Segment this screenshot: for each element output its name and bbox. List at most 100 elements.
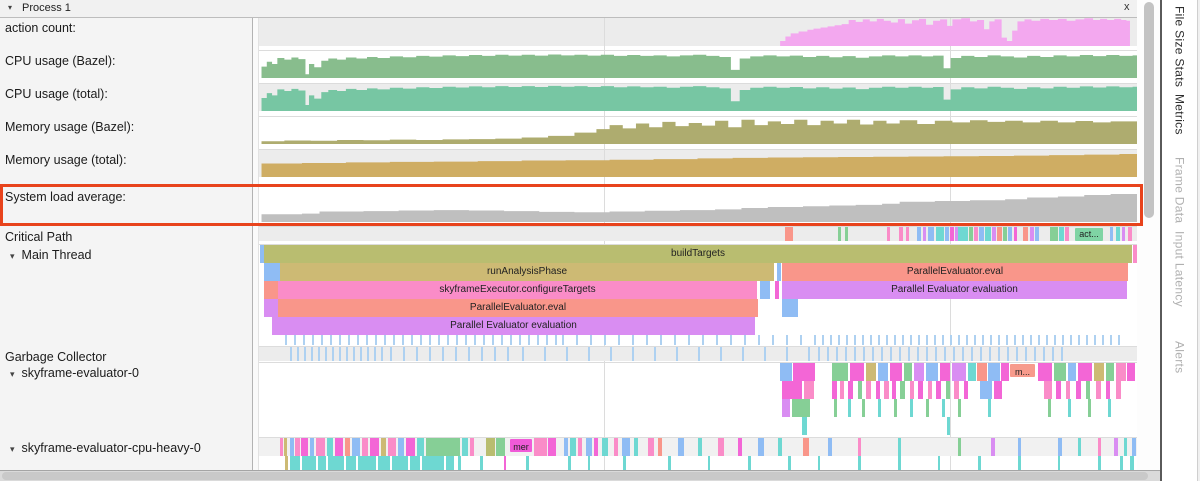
slice[interactable] — [398, 438, 404, 456]
slice[interactable] — [936, 227, 944, 241]
slice[interactable] — [301, 438, 308, 456]
slice[interactable] — [926, 399, 929, 417]
slice[interactable] — [978, 456, 981, 471]
slice[interactable] — [1068, 363, 1076, 381]
slice[interactable] — [914, 363, 924, 381]
slice[interactable] — [698, 438, 702, 456]
track-chart-gc[interactable] — [258, 347, 1137, 360]
slice[interactable] — [410, 456, 420, 471]
slice[interactable] — [534, 438, 547, 456]
slice-buildtargets[interactable]: buildTargets — [264, 245, 1132, 263]
slice[interactable] — [1078, 438, 1081, 456]
slice[interactable] — [910, 381, 914, 399]
slice[interactable] — [285, 456, 288, 471]
slice-skyframeexecutor-configuretargets[interactable]: skyframeExecutor.configureTargets — [278, 281, 757, 299]
slice[interactable] — [352, 438, 360, 456]
slice[interactable] — [866, 363, 876, 381]
slice[interactable] — [942, 399, 945, 417]
slice[interactable] — [678, 438, 684, 456]
slice[interactable] — [1044, 381, 1052, 399]
slice[interactable] — [969, 227, 973, 241]
slice[interactable] — [898, 456, 901, 471]
slice[interactable] — [381, 438, 386, 456]
slice[interactable] — [568, 456, 571, 471]
slice[interactable] — [458, 456, 461, 471]
slice[interactable] — [1030, 227, 1034, 241]
slice[interactable] — [988, 363, 1000, 381]
slice[interactable] — [1008, 227, 1012, 241]
track-chart-action-count[interactable] — [258, 18, 1137, 46]
slice[interactable] — [804, 381, 814, 399]
collapse-arrow-icon[interactable]: ▾ — [10, 444, 15, 454]
track-label-sys-load[interactable]: System load average: — [5, 190, 126, 204]
slice[interactable] — [564, 438, 568, 456]
slice[interactable] — [426, 438, 460, 456]
slice[interactable] — [958, 438, 961, 456]
slice[interactable] — [828, 438, 832, 456]
slice[interactable] — [570, 438, 576, 456]
track-chart-sys-load[interactable] — [258, 187, 1137, 222]
slice[interactable] — [290, 438, 294, 456]
slice[interactable] — [985, 227, 991, 241]
slice[interactable] — [936, 381, 941, 399]
slice[interactable] — [858, 438, 861, 456]
slice[interactable] — [1106, 363, 1114, 381]
slice[interactable] — [958, 399, 961, 417]
slice[interactable] — [548, 438, 556, 456]
slice[interactable] — [370, 438, 379, 456]
track-chart-cpu-bazel[interactable] — [258, 51, 1137, 78]
slice[interactable] — [906, 227, 909, 241]
slice[interactable] — [594, 438, 598, 456]
slice[interactable] — [858, 381, 862, 399]
slice[interactable] — [1056, 381, 1061, 399]
slice[interactable] — [1048, 399, 1051, 417]
slice[interactable] — [422, 456, 444, 471]
slice[interactable] — [526, 456, 529, 471]
slice[interactable] — [1130, 456, 1134, 471]
slice[interactable] — [850, 363, 864, 381]
track-label-cpu-total[interactable]: CPU usage (total): — [5, 87, 108, 101]
slice[interactable] — [614, 438, 618, 456]
slice[interactable] — [302, 456, 316, 471]
slice[interactable] — [1059, 227, 1064, 241]
slice[interactable] — [838, 227, 841, 241]
slice[interactable] — [923, 227, 926, 241]
collapse-arrow-icon[interactable]: ▾ — [10, 369, 15, 379]
slice[interactable] — [392, 456, 408, 471]
slice[interactable] — [1058, 456, 1060, 471]
slice[interactable] — [284, 438, 287, 456]
slice[interactable] — [1128, 227, 1132, 241]
slice[interactable] — [979, 227, 984, 241]
slice[interactable] — [358, 456, 376, 471]
slice[interactable] — [775, 281, 779, 299]
close-icon[interactable]: x — [1124, 1, 1130, 13]
slice[interactable] — [884, 381, 889, 399]
slice[interactable] — [586, 438, 592, 456]
slice[interactable] — [1058, 438, 1062, 456]
slice[interactable] — [780, 363, 792, 381]
slice[interactable] — [1054, 363, 1066, 381]
slice[interactable] — [328, 456, 344, 471]
slice[interactable] — [362, 438, 368, 456]
slice[interactable] — [1098, 456, 1101, 471]
slice[interactable] — [388, 438, 396, 456]
slice[interactable] — [295, 438, 300, 456]
slice[interactable] — [417, 438, 424, 456]
track-label-cpu-bazel[interactable]: CPU usage (Bazel): — [5, 54, 115, 68]
slice[interactable] — [310, 438, 314, 456]
slice-act-[interactable]: act... — [1075, 228, 1103, 241]
slice[interactable] — [928, 227, 934, 241]
slice[interactable] — [777, 263, 781, 281]
slice[interactable] — [977, 363, 987, 381]
track-chart-critical-path[interactable]: act... — [258, 227, 1137, 240]
track-label-mem-total[interactable]: Memory usage (total): — [5, 153, 127, 167]
track-chart-sky-eval-cpu[interactable]: mer — [258, 438, 1137, 470]
slice[interactable] — [910, 399, 913, 417]
slice[interactable] — [980, 381, 992, 399]
slice[interactable] — [1114, 438, 1118, 456]
slice[interactable] — [1014, 227, 1017, 241]
track-chart-mem-total[interactable] — [258, 150, 1137, 177]
slice-mer[interactable]: mer — [510, 439, 532, 452]
slice[interactable] — [845, 227, 848, 241]
slice[interactable] — [318, 456, 326, 471]
